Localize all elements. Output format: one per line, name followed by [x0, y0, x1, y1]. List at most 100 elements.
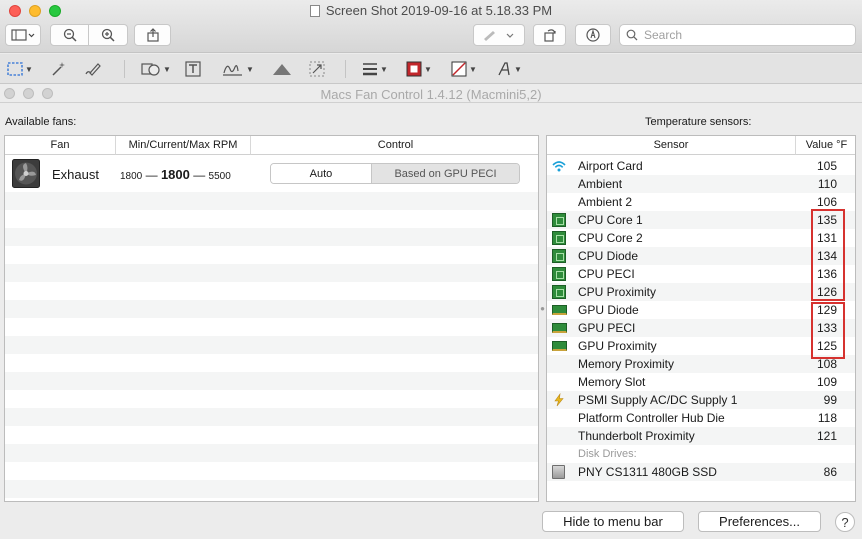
sensor-name: CPU Core 2 [578, 231, 643, 245]
sign-button[interactable]: ▼ [222, 60, 254, 78]
pen-icon [484, 31, 514, 41]
sensor-row[interactable]: Thunderbolt Proximity 121 [547, 427, 855, 445]
document-icon [309, 5, 320, 17]
ssd-drive-icon [552, 465, 566, 479]
sensor-value: 86 [823, 465, 837, 479]
preview-titlebar: Screen Shot 2019-09-16 at 5.18.33 PM [0, 0, 862, 53]
sensor-row[interactable]: Platform Controller Hub Die 118 [547, 409, 855, 427]
sensor-row[interactable]: Memory Proximity 108 [547, 355, 855, 373]
sensor-row[interactable]: CPU Core 2 131 [547, 229, 855, 247]
sensor-name: Platform Controller Hub Die [578, 411, 725, 425]
auto-control-button[interactable]: Auto [271, 164, 372, 183]
sidebar-toggle-button[interactable] [5, 24, 41, 46]
text-tool-button[interactable] [185, 60, 201, 78]
adjust-color-button[interactable] [272, 60, 292, 78]
border-color-icon [406, 61, 422, 77]
sketch-tool-button[interactable] [84, 60, 102, 78]
markup-circle-icon [586, 28, 600, 42]
sensor-value: 106 [816, 195, 837, 209]
markup-toolbar-button[interactable] [575, 24, 611, 46]
search-input[interactable] [644, 28, 844, 42]
sensor-value: 109 [816, 375, 837, 389]
rotate-icon [543, 29, 556, 42]
sensor-row[interactable]: Ambient 2 106 [547, 193, 855, 211]
zoom-out-button[interactable] [51, 25, 89, 45]
magic-wand-icon [52, 62, 65, 76]
help-button[interactable]: ? [835, 512, 855, 532]
sensor-name: PNY CS1311 480GB SSD [578, 465, 717, 479]
sensor-name: Ambient [578, 177, 623, 191]
sensor-based-control-button[interactable]: Based on GPU PECI [372, 164, 519, 183]
sensor-row[interactable]: CPU Diode 134 [547, 247, 855, 265]
fill-color-icon [451, 61, 467, 77]
rpm-separator: — [145, 168, 158, 182]
fan-name: Exhaust [52, 167, 99, 182]
sensor-value: 108 [816, 357, 837, 371]
resize-icon [309, 61, 325, 77]
fan-min-rpm: 1800 [120, 171, 143, 182]
hide-to-menu-bar-button[interactable]: Hide to menu bar [542, 511, 684, 532]
app-title: Macs Fan Control 1.4.12 (Macmini5,2) [320, 87, 542, 102]
temperature-sensors-label: Temperature sensors: [645, 116, 752, 128]
sensor-row[interactable]: GPU Proximity 125 [547, 337, 855, 355]
sensor-row[interactable]: CPU Core 1 135 [547, 211, 855, 229]
sensor-column-header[interactable]: Sensor [547, 136, 796, 155]
sensor-row[interactable]: Memory Slot 109 [547, 373, 855, 391]
disk-group-header: Disk Drives: [547, 445, 855, 463]
toolbar-divider [124, 60, 125, 78]
sensor-name: CPU Diode [578, 249, 639, 263]
split-view-divider-handle[interactable]: ● [539, 304, 546, 314]
value-column-header[interactable]: Value °F [796, 136, 855, 155]
control-column-header[interactable]: Control [251, 136, 538, 155]
shape-style-button[interactable]: ▼ [362, 60, 388, 78]
lightning-icon [554, 393, 564, 407]
instant-alpha-button[interactable] [50, 60, 66, 78]
sensors-table: Sensor Value °F Airport Card 105 Ambient… [546, 135, 856, 502]
markup-toggle-button[interactable] [473, 24, 525, 46]
cpu-chip-icon [552, 267, 566, 281]
cpu-chip-icon [552, 249, 566, 263]
sensor-row[interactable]: Airport Card 105 [547, 157, 855, 175]
fill-color-button[interactable]: ▼ [451, 60, 477, 78]
sensor-row[interactable]: GPU Diode 129 [547, 301, 855, 319]
sensor-row[interactable]: GPU PECI 133 [547, 319, 855, 337]
sensor-row[interactable]: PNY CS1311 480GB SSD 86 [547, 463, 855, 481]
sketch-pen-icon [85, 63, 101, 76]
sensor-row[interactable]: CPU Proximity 126 [547, 283, 855, 301]
search-field[interactable] [619, 24, 856, 46]
preview-window-title: Screen Shot 2019-09-16 at 5.18.33 PM [0, 3, 862, 18]
adjust-size-button[interactable] [309, 60, 325, 78]
empty-row [5, 264, 538, 282]
border-color-button[interactable]: ▼ [406, 60, 432, 78]
sensor-row[interactable]: Ambient 110 [547, 175, 855, 193]
sensor-row[interactable]: PSMI Supply AC/DC Supply 1 99 [547, 391, 855, 409]
search-icon [626, 29, 638, 41]
text-style-button[interactable]: ▼ [496, 60, 522, 78]
selection-tool-button[interactable]: ▼ [7, 60, 33, 78]
empty-row [5, 408, 538, 426]
adjust-color-icon [273, 64, 291, 75]
fan-row-exhaust[interactable]: Exhaust 1800 — 1800 — 5500 Auto Based on… [5, 155, 538, 192]
sensor-value: 121 [816, 429, 837, 443]
app-titlebar: Macs Fan Control 1.4.12 (Macmini5,2) [0, 85, 862, 103]
rotate-button[interactable] [533, 24, 566, 46]
available-fans-label: Available fans: [5, 116, 77, 128]
sensor-name: CPU PECI [578, 267, 635, 281]
shapes-button[interactable]: ▼ [141, 60, 171, 78]
zoom-in-button[interactable] [89, 25, 127, 45]
fan-column-header[interactable]: Fan [5, 136, 116, 155]
rpm-column-header[interactable]: Min/Current/Max RPM [116, 136, 251, 155]
empty-row [5, 228, 538, 246]
preferences-button[interactable]: Preferences... [698, 511, 821, 532]
empty-row [5, 372, 538, 390]
toolbar-divider [345, 60, 346, 78]
gpu-card-icon [552, 321, 567, 335]
text-box-icon [185, 61, 201, 77]
sensor-value: 99 [823, 393, 837, 407]
cpu-chip-icon [552, 285, 566, 299]
sensor-row[interactable]: CPU PECI 136 [547, 265, 855, 283]
share-button[interactable] [134, 24, 171, 46]
cpu-chip-icon [552, 213, 566, 227]
gpu-card-icon [552, 303, 567, 317]
sensor-name: PSMI Supply AC/DC Supply 1 [578, 393, 738, 407]
